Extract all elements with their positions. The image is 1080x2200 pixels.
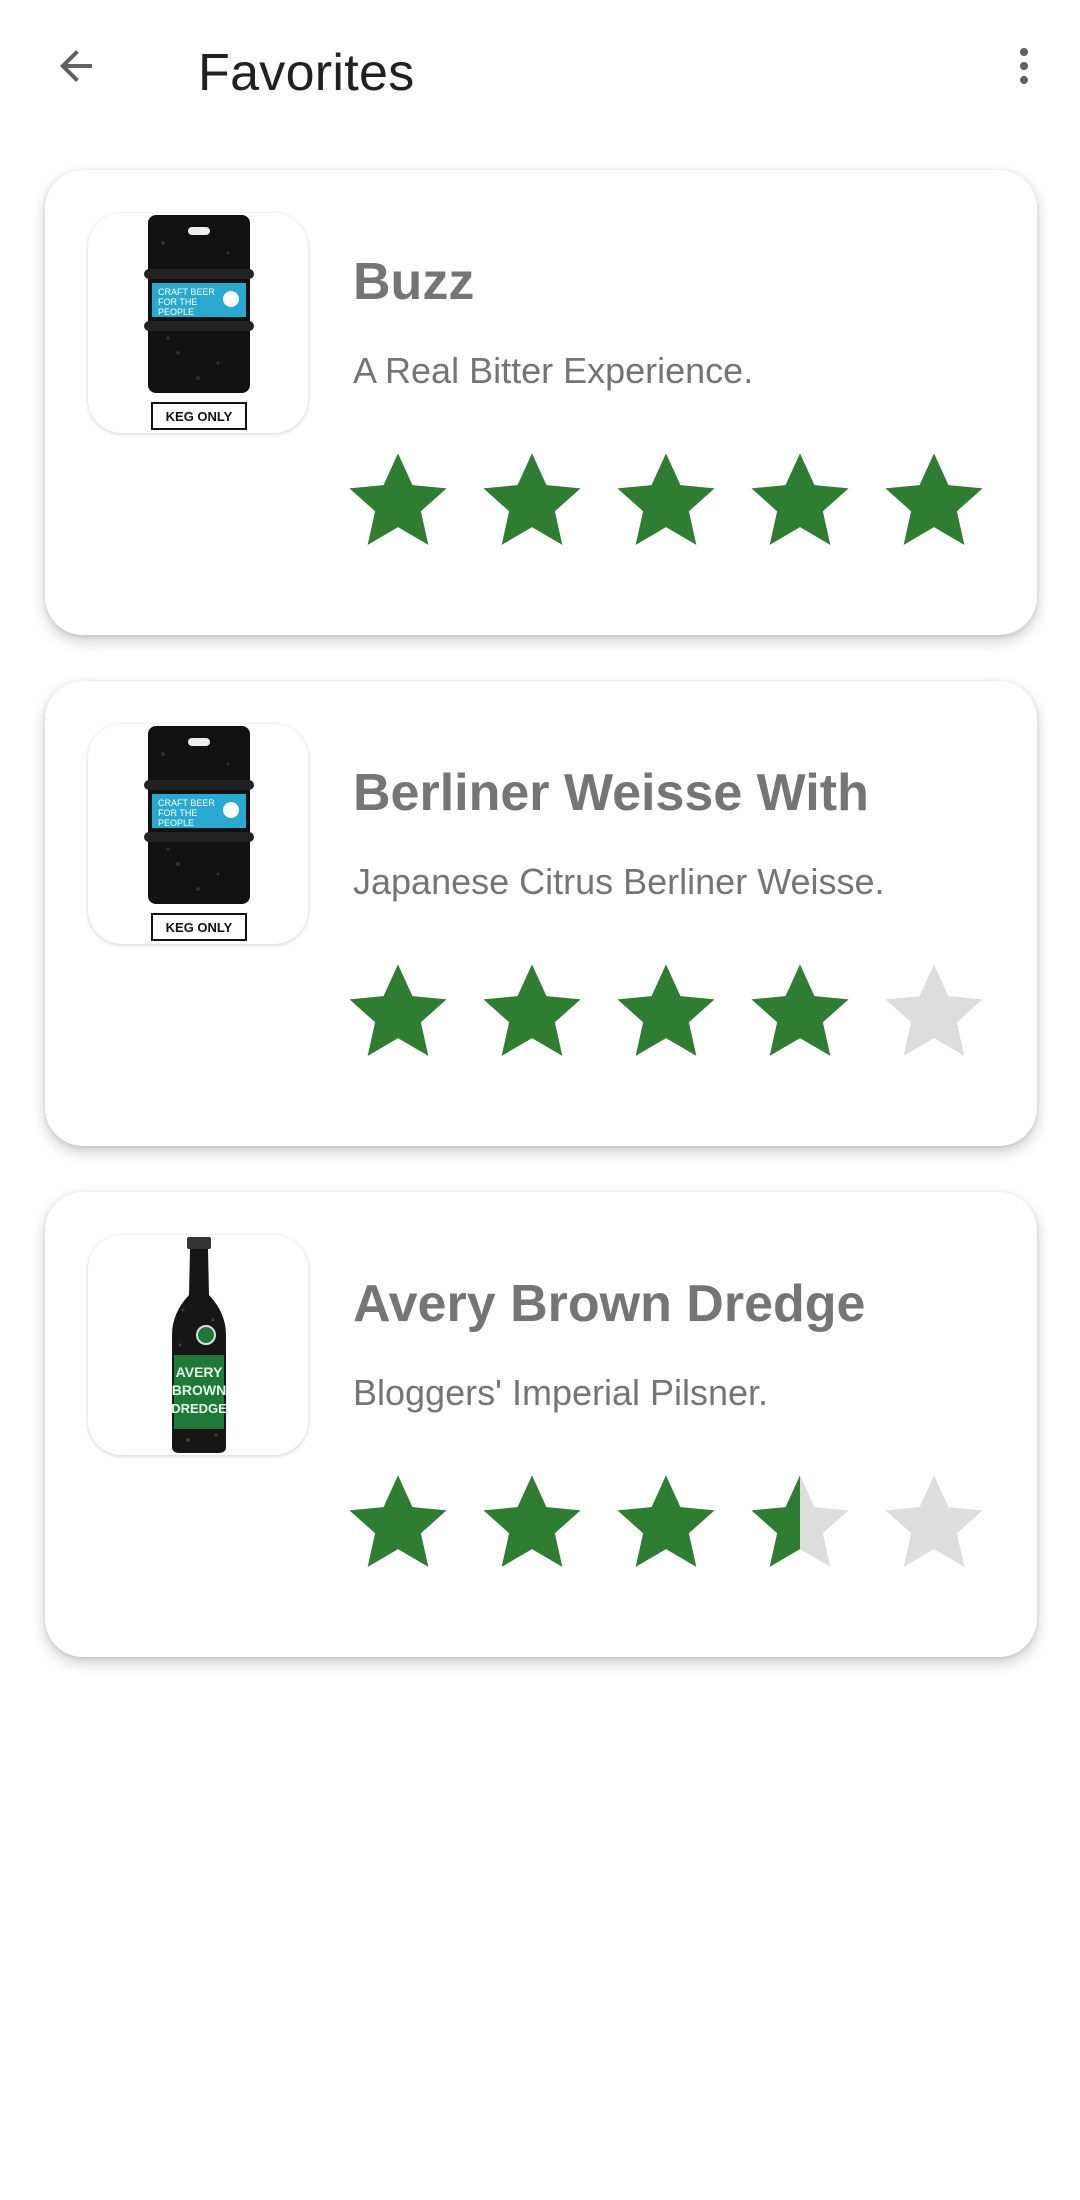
rating-stars bbox=[342, 1467, 1002, 1587]
star-filled-icon bbox=[483, 964, 581, 1056]
page-title: Favorites bbox=[198, 44, 415, 102]
beer-name: Buzz bbox=[353, 253, 475, 311]
svg-text:DREDGE: DREDGE bbox=[171, 1401, 227, 1416]
svg-text:AVERY: AVERY bbox=[176, 1364, 223, 1380]
bottle-image: AVERY BROWN DREDGE bbox=[88, 1235, 308, 1455]
beer-name: Avery Brown Dredge bbox=[353, 1275, 866, 1333]
star-half-icon bbox=[751, 1475, 849, 1567]
beer-tagline: Bloggers' Imperial Pilsner. bbox=[353, 1372, 769, 1413]
svg-text:KEG ONLY: KEG ONLY bbox=[166, 409, 233, 424]
svg-text:KEG ONLY: KEG ONLY bbox=[166, 920, 233, 935]
svg-text:FOR THE: FOR THE bbox=[158, 297, 197, 307]
app-bar: Favorites bbox=[0, 0, 1080, 150]
svg-text:PEOPLE: PEOPLE bbox=[158, 818, 194, 828]
star-filled-icon bbox=[617, 964, 715, 1056]
svg-text:CRAFT BEER: CRAFT BEER bbox=[158, 798, 215, 808]
star-filled-icon bbox=[349, 453, 447, 545]
star-filled-icon bbox=[349, 1475, 447, 1567]
star-empty-icon bbox=[885, 964, 983, 1056]
star-empty-icon bbox=[885, 1475, 983, 1567]
keg-illustration: CRAFT BEER FOR THE PEOPLE KEG ONLY bbox=[144, 726, 254, 941]
star-filled-icon bbox=[349, 964, 447, 1056]
rating-stars bbox=[342, 445, 1002, 565]
star-filled-icon bbox=[483, 1475, 581, 1567]
favorite-card[interactable]: CRAFT BEER FOR THE PEOPLE KEG ONLY Buzz … bbox=[45, 170, 1037, 635]
star-filled-icon bbox=[751, 964, 849, 1056]
svg-text:BROWN: BROWN bbox=[172, 1382, 226, 1398]
keg-illustration: CRAFT BEER FOR THE PEOPLE KEG ONLY bbox=[144, 215, 254, 430]
back-button[interactable] bbox=[40, 30, 112, 102]
keg-image: CRAFT BEER FOR THE PEOPLE KEG ONLY bbox=[88, 213, 308, 433]
keg-image: CRAFT BEER FOR THE PEOPLE KEG ONLY bbox=[88, 724, 308, 944]
svg-text:FOR THE: FOR THE bbox=[158, 808, 197, 818]
favorite-card[interactable]: CRAFT BEER FOR THE PEOPLE KEG ONLY Berli… bbox=[45, 681, 1037, 1146]
beer-tagline: A Real Bitter Experience. bbox=[353, 350, 754, 391]
svg-text:CRAFT BEER: CRAFT BEER bbox=[158, 287, 215, 297]
rating-stars bbox=[342, 956, 1002, 1076]
more-vert-icon bbox=[1020, 48, 1028, 84]
svg-text:PEOPLE: PEOPLE bbox=[158, 307, 194, 317]
beer-tagline: Japanese Citrus Berliner Weisse. bbox=[353, 861, 885, 902]
more-options-button[interactable] bbox=[988, 30, 1060, 102]
star-filled-icon bbox=[617, 453, 715, 545]
star-filled-icon bbox=[885, 453, 983, 545]
bottle-illustration: AVERY BROWN DREDGE bbox=[171, 1237, 227, 1453]
star-filled-icon bbox=[751, 453, 849, 545]
beer-name: Berliner Weisse With bbox=[353, 764, 869, 822]
favorite-card[interactable]: AVERY BROWN DREDGE Avery Brown Dredge Bl… bbox=[45, 1192, 1037, 1657]
star-filled-icon bbox=[617, 1475, 715, 1567]
arrow-back-icon bbox=[60, 50, 92, 82]
star-filled-icon bbox=[483, 453, 581, 545]
